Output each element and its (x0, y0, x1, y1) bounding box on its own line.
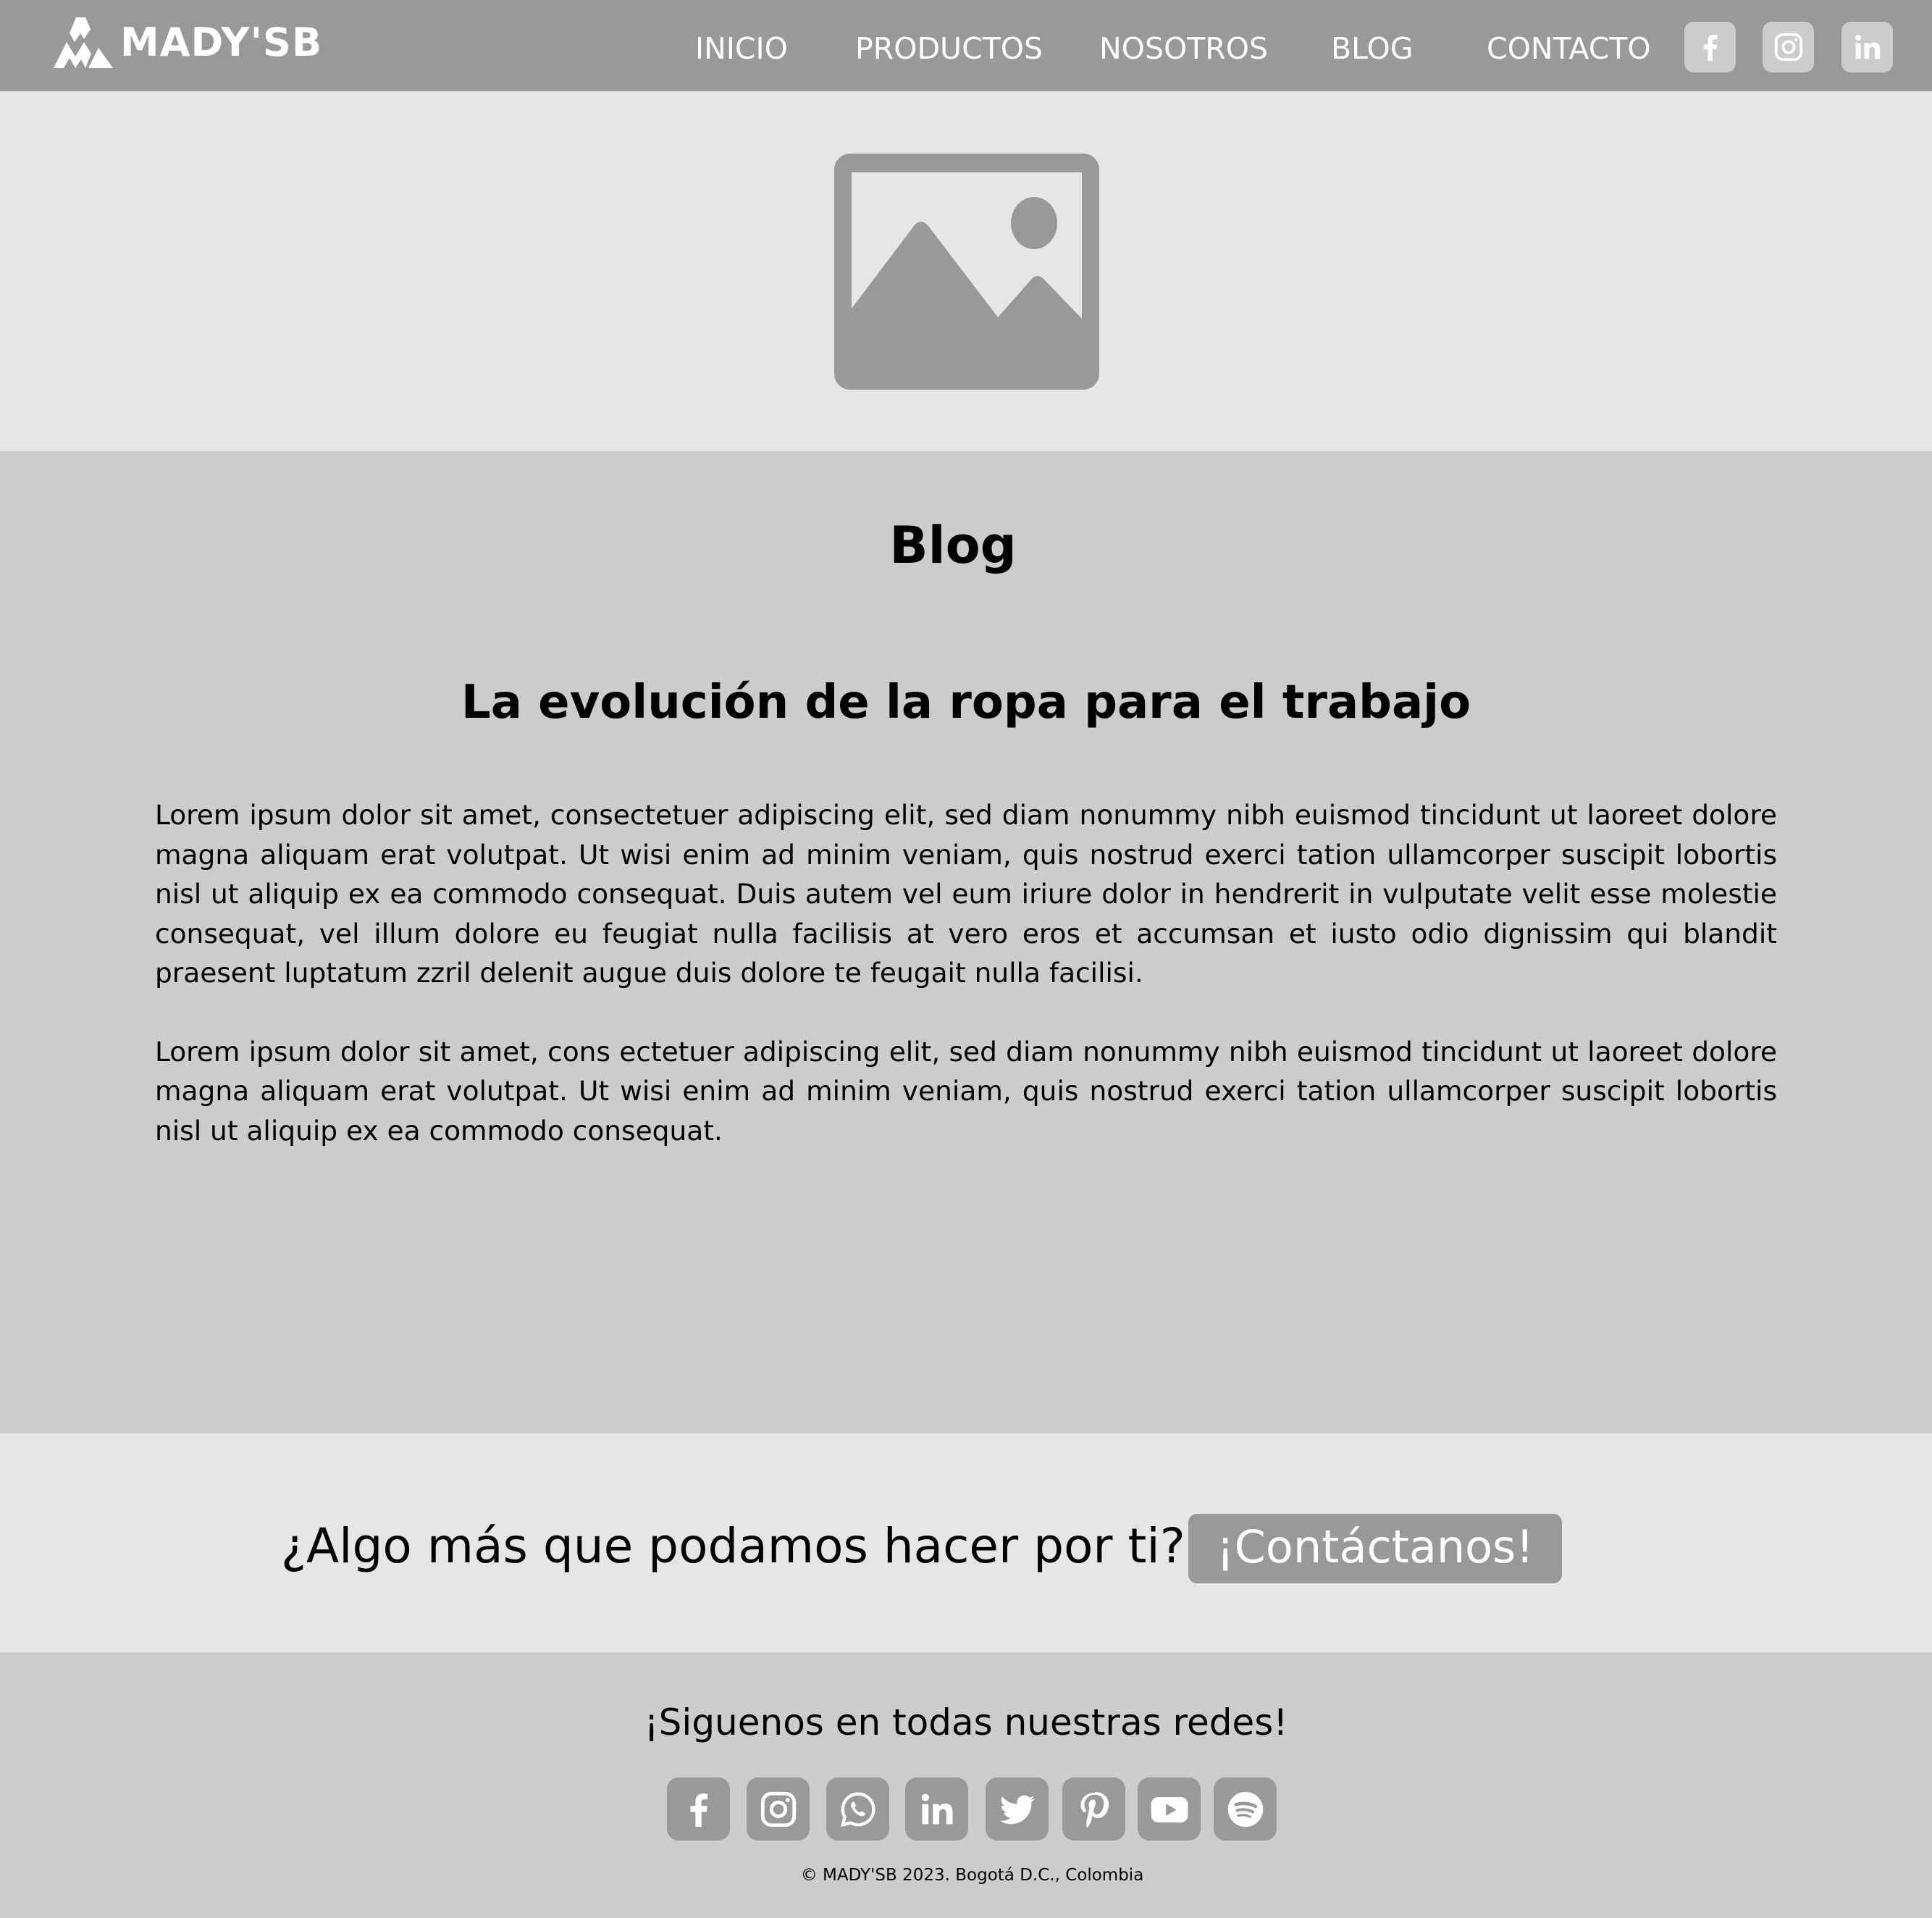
instagram-icon (1774, 33, 1802, 62)
footer-youtube-button[interactable] (1138, 1777, 1201, 1840)
instagram-icon (760, 1791, 796, 1827)
blog-page: MADY'SB INICIO PRODUCTOS NOSOTROS BLOG C… (0, 0, 1932, 1918)
footer-social-links (667, 1777, 1277, 1841)
facebook-icon (1703, 34, 1718, 62)
footer-spotify-button[interactable] (1214, 1777, 1277, 1840)
youtube-icon (1151, 1796, 1188, 1822)
twitter-icon (999, 1795, 1035, 1824)
follow-heading: ¡Siguenos en todas nuestras redes! (644, 1701, 1288, 1743)
contact-cta: ¿Algo más que podamos hacer por ti? ¡Con… (0, 1433, 1932, 1652)
blog-content: Blog La evolución de la ropa para el tra… (0, 451, 1932, 1433)
nav-contacto[interactable]: CONTACTO (1487, 0, 1651, 91)
brand-logo[interactable]: MADY'SB (54, 16, 322, 70)
brand-name: MADY'SB (120, 20, 323, 65)
footer-facebook-button[interactable] (667, 1777, 730, 1840)
post-paragraph: Lorem ipsum dolor sit amet, cons ectetue… (155, 1035, 1777, 1147)
footer-whatsapp-button[interactable] (826, 1777, 889, 1840)
mountain-logo-icon (54, 17, 113, 68)
footer: ¡Siguenos en todas nuestras redes! © MAD… (0, 1652, 1932, 1918)
nav-productos[interactable]: PRODUCTOS (855, 0, 1043, 91)
linkedin-icon (1855, 34, 1880, 59)
footer-twitter-button[interactable] (986, 1777, 1049, 1840)
facebook-icon (689, 1793, 707, 1827)
header-linkedin-button[interactable] (1841, 22, 1893, 72)
contact-button[interactable]: ¡Contáctanos! (1188, 1514, 1562, 1583)
header-facebook-button[interactable] (1684, 22, 1736, 72)
pinterest-icon (1080, 1791, 1109, 1827)
nav-blog[interactable]: BLOG (1331, 0, 1414, 91)
footer-pinterest-button[interactable] (1062, 1777, 1125, 1840)
footer-instagram-button[interactable] (747, 1777, 810, 1840)
cta-question: ¿Algo más que podamos hacer por ti? (281, 1518, 1185, 1574)
post-body: Lorem ipsum dolor sit amet, consectetuer… (155, 795, 1777, 1150)
post-title: La evolución de la ropa para el trabajo (461, 676, 1471, 729)
footer-linkedin-button[interactable] (905, 1777, 968, 1840)
hero-banner (0, 91, 1932, 451)
spotify-icon (1227, 1791, 1263, 1827)
image-placeholder-icon (834, 154, 1099, 390)
header-instagram-button[interactable] (1763, 22, 1814, 72)
top-header: MADY'SB INICIO PRODUCTOS NOSOTROS BLOG C… (0, 0, 1932, 91)
section-title: Blog (889, 516, 1017, 575)
linkedin-icon (921, 1793, 953, 1825)
copyright-text: © MADY'SB 2023. Bogotá D.C., Colombia (800, 1866, 1144, 1885)
nav-nosotros[interactable]: NOSOTROS (1099, 0, 1268, 91)
nav-inicio[interactable]: INICIO (695, 0, 788, 91)
post-paragraph: Lorem ipsum dolor sit amet, consectetuer… (155, 799, 1777, 989)
whatsapp-icon (840, 1792, 875, 1827)
